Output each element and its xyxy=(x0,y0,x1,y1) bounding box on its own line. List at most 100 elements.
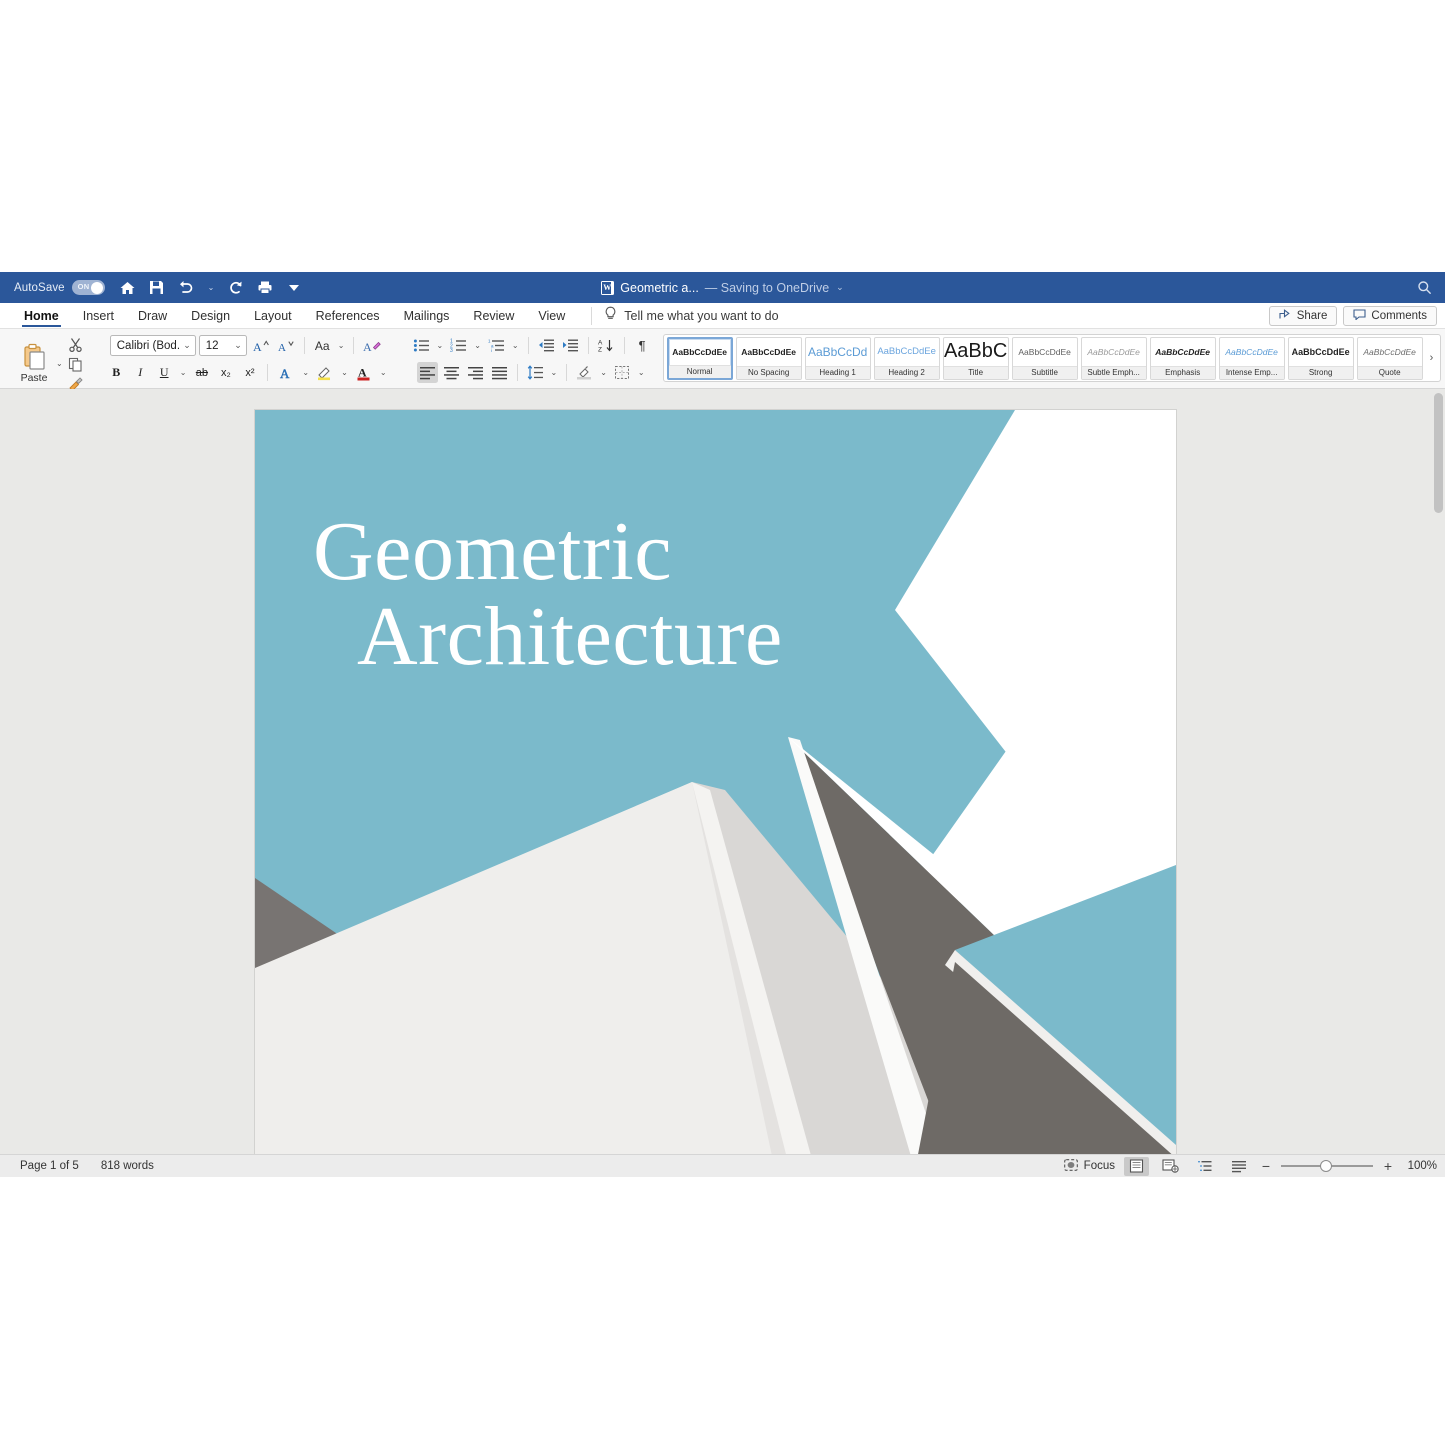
text-effects-icon[interactable]: A xyxy=(275,362,297,383)
tab-references[interactable]: References xyxy=(304,303,392,329)
font-color-icon[interactable]: A xyxy=(353,362,375,383)
decrease-indent-icon[interactable] xyxy=(536,335,557,356)
style-heading-2[interactable]: AaBbCcDdEe Heading 2 xyxy=(873,336,940,380)
copy-icon[interactable] xyxy=(66,356,86,373)
line-spacing-dropdown-icon[interactable]: ⌄ xyxy=(549,368,560,377)
draft-view-button[interactable] xyxy=(1226,1157,1251,1176)
borders-icon[interactable] xyxy=(612,362,633,383)
zoom-in-button[interactable]: + xyxy=(1382,1158,1394,1174)
superscript-button[interactable]: x² xyxy=(239,362,260,383)
justify-icon[interactable] xyxy=(489,362,510,383)
zoom-level-label[interactable]: 100% xyxy=(1403,1160,1437,1172)
underline-dropdown-icon[interactable]: ⌄ xyxy=(178,368,189,377)
autosave-toggle[interactable]: ON xyxy=(71,280,105,295)
grow-font-icon[interactable]: A xyxy=(250,335,272,356)
vertical-scrollbar[interactable] xyxy=(1434,393,1443,513)
customize-toolbar-icon[interactable] xyxy=(285,279,303,297)
numbering-dropdown-icon[interactable]: ⌄ xyxy=(472,341,483,350)
change-case-dropdown-icon[interactable]: ⌄ xyxy=(336,341,347,350)
style-subtle-emphasis[interactable]: AaBbCcDdEe Subtle Emph... xyxy=(1080,336,1147,380)
paste-button[interactable]: Paste xyxy=(14,343,54,384)
word-count[interactable]: 818 words xyxy=(101,1160,154,1172)
style-strong[interactable]: AaBbCcDdEe Strong xyxy=(1287,336,1354,380)
tab-mailings[interactable]: Mailings xyxy=(392,303,462,329)
style-quote[interactable]: AaBbCcDdEe Quote xyxy=(1356,336,1423,380)
title-dropdown-icon[interactable]: ⌄ xyxy=(836,282,844,293)
tab-home[interactable]: Home xyxy=(12,303,71,329)
focus-icon xyxy=(1063,1158,1078,1174)
paste-dropdown-icon[interactable]: ⌄ xyxy=(54,359,65,368)
comments-button[interactable]: Comments xyxy=(1343,306,1437,326)
clear-formatting-icon[interactable]: A xyxy=(361,335,384,356)
text-effects-dropdown-icon[interactable]: ⌄ xyxy=(300,368,311,377)
bullet-list-icon[interactable] xyxy=(411,335,432,356)
italic-button[interactable]: I xyxy=(130,362,151,383)
svg-text:Z: Z xyxy=(598,347,602,354)
tab-view[interactable]: View xyxy=(526,303,577,329)
style-normal[interactable]: AaBbCcDdEe Normal xyxy=(666,336,733,380)
share-icon xyxy=(1279,309,1292,323)
focus-button[interactable]: Focus xyxy=(1063,1158,1115,1174)
font-family-combobox[interactable]: Calibri (Bod... ⌄ xyxy=(109,335,196,356)
undo-icon[interactable] xyxy=(177,279,195,297)
tell-me-search[interactable]: Tell me what you want to do xyxy=(591,306,779,325)
search-icon[interactable] xyxy=(1415,279,1433,297)
document-page-1[interactable]: Geometric Architecture xyxy=(255,410,1176,1154)
align-center-icon[interactable] xyxy=(441,362,462,383)
style-emphasis[interactable]: AaBbCcDdEe Emphasis xyxy=(1149,336,1216,380)
tab-design[interactable]: Design xyxy=(179,303,242,329)
multilevel-list-icon[interactable]: 1ai xyxy=(486,335,507,356)
shading-dropdown-icon[interactable]: ⌄ xyxy=(598,368,609,377)
align-left-icon[interactable] xyxy=(416,362,438,383)
style-intense-emphasis[interactable]: AaBbCcDdEe Intense Emp... xyxy=(1218,336,1285,380)
multilevel-dropdown-icon[interactable]: ⌄ xyxy=(510,341,521,350)
show-formatting-marks-button[interactable]: ¶ xyxy=(632,335,653,356)
quick-access-toolbar: AutoSave ON ⌄ xyxy=(0,279,303,297)
web-layout-view-button[interactable] xyxy=(1158,1157,1183,1176)
highlight-icon[interactable] xyxy=(314,362,336,383)
increase-indent-icon[interactable] xyxy=(560,335,581,356)
document-canvas[interactable]: Geometric Architecture xyxy=(0,389,1445,1154)
subscript-button[interactable]: x₂ xyxy=(215,362,236,383)
underline-button[interactable]: U xyxy=(154,362,175,383)
zoom-thumb[interactable] xyxy=(1319,1160,1332,1172)
bold-button[interactable]: B xyxy=(106,362,127,383)
tab-layout[interactable]: Layout xyxy=(242,303,304,329)
zoom-slider[interactable] xyxy=(1281,1159,1373,1173)
style-label: Heading 1 xyxy=(805,365,870,379)
align-right-icon[interactable] xyxy=(465,362,486,383)
share-button[interactable]: Share xyxy=(1268,306,1338,326)
print-layout-view-button[interactable] xyxy=(1124,1156,1149,1176)
paste-icon xyxy=(24,343,45,370)
bullet-dropdown-icon[interactable]: ⌄ xyxy=(435,341,446,350)
borders-dropdown-icon[interactable]: ⌄ xyxy=(636,368,647,377)
print-icon[interactable] xyxy=(256,279,274,297)
style-heading-1[interactable]: AaBbCcDd Heading 1 xyxy=(804,336,871,380)
home-icon[interactable] xyxy=(119,279,137,297)
outline-view-button[interactable] xyxy=(1192,1157,1217,1176)
save-icon[interactable] xyxy=(148,279,166,297)
styles-more-icon[interactable]: › xyxy=(1426,352,1438,364)
numbered-list-icon[interactable]: 123 xyxy=(448,335,469,356)
font-size-combobox[interactable]: 12 ⌄ xyxy=(198,335,247,356)
style-subtitle[interactable]: AaBbCcDdEe Subtitle xyxy=(1011,336,1078,380)
redo-icon[interactable] xyxy=(227,279,245,297)
font-color-dropdown-icon[interactable]: ⌄ xyxy=(378,368,389,377)
change-case-button[interactable]: Aa xyxy=(312,335,333,356)
shrink-font-icon[interactable]: A xyxy=(275,335,297,356)
shading-icon[interactable] xyxy=(574,362,595,383)
highlight-dropdown-icon[interactable]: ⌄ xyxy=(339,368,350,377)
strikethrough-button[interactable]: ab xyxy=(191,362,212,383)
tab-review[interactable]: Review xyxy=(461,303,526,329)
tab-insert[interactable]: Insert xyxy=(71,303,126,329)
undo-dropdown-icon[interactable]: ⌄ xyxy=(206,283,217,292)
zoom-out-button[interactable]: − xyxy=(1260,1158,1272,1174)
tab-draw[interactable]: Draw xyxy=(126,303,179,329)
style-no-spacing[interactable]: AaBbCcDdEe No Spacing xyxy=(735,336,802,380)
share-label: Share xyxy=(1296,310,1328,322)
sort-az-icon[interactable]: AZ xyxy=(596,335,617,356)
line-spacing-icon[interactable] xyxy=(525,362,546,383)
style-title[interactable]: AaBbC Title xyxy=(942,336,1009,380)
cut-icon[interactable] xyxy=(66,336,86,353)
page-indicator[interactable]: Page 1 of 5 xyxy=(20,1160,79,1172)
